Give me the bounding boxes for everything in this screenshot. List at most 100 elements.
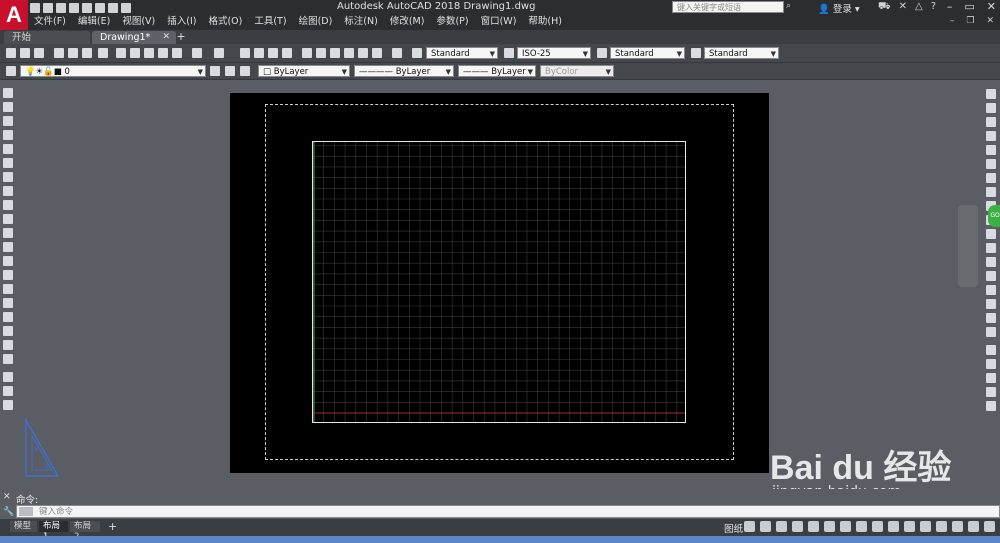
add-selected-icon[interactable] (3, 354, 13, 364)
snap-icon[interactable] (744, 521, 755, 532)
annotation-scale-icon[interactable] (888, 521, 899, 532)
table-style-select[interactable]: Standard ▼ (610, 47, 685, 59)
close-icon[interactable]: ✕ (987, 0, 996, 13)
layer-previous-icon[interactable] (225, 66, 235, 76)
multileader-style-icon[interactable] (691, 48, 701, 58)
tool-palettes-icon[interactable] (330, 48, 340, 58)
construction-line-icon[interactable] (3, 102, 13, 112)
tab-close-icon[interactable]: ✕ (162, 31, 170, 44)
doc-minimize-icon[interactable]: – (950, 16, 955, 26)
scale-icon[interactable] (986, 187, 996, 197)
help-toolbar-icon[interactable] (392, 48, 402, 58)
explode-icon[interactable] (986, 327, 996, 337)
osnap-icon[interactable] (792, 521, 803, 532)
array-icon[interactable] (986, 145, 996, 155)
save-as-icon[interactable] (69, 2, 79, 13)
multileader-style-select[interactable]: Standard ▼ (704, 47, 779, 59)
search-input[interactable]: 键入关键字或短语 (672, 1, 784, 13)
edit-icon[interactable] (3, 372, 13, 382)
line-icon[interactable] (3, 88, 13, 98)
tab-start[interactable]: 开始 (4, 31, 90, 44)
send-back-icon[interactable] (986, 373, 996, 383)
match-properties-icon[interactable] (158, 48, 168, 58)
menu-modify[interactable]: 修改(M) (384, 15, 431, 29)
menu-window[interactable]: 窗口(W) (475, 15, 523, 29)
new-tab-icon[interactable]: + (175, 31, 187, 43)
draworder-icon[interactable] (986, 345, 996, 355)
spline-icon[interactable] (3, 200, 13, 210)
arc-icon[interactable] (3, 158, 13, 168)
navigation-bar[interactable] (958, 205, 978, 287)
pan-icon[interactable] (240, 48, 250, 58)
point-icon[interactable] (3, 270, 13, 280)
fillet-icon[interactable] (986, 299, 996, 309)
polar-icon[interactable] (760, 521, 771, 532)
workspace-gear-icon[interactable] (904, 521, 915, 532)
doc-restore-icon[interactable]: ❐ (966, 16, 974, 26)
bring-above-icon[interactable] (986, 387, 996, 397)
add-layout-icon[interactable]: + (108, 520, 117, 533)
circle-icon[interactable] (3, 172, 13, 182)
paste-icon[interactable] (144, 48, 154, 58)
polyline-icon[interactable] (3, 116, 13, 126)
table-style-icon[interactable] (597, 48, 607, 58)
insert-block-icon[interactable] (3, 242, 13, 252)
break-icon[interactable] (986, 257, 996, 267)
erase-icon[interactable] (986, 89, 996, 99)
dim-style-select[interactable]: ISO-25 ▼ (517, 47, 591, 59)
help-icon[interactable]: ? (931, 1, 936, 14)
customize-qat-icon[interactable] (121, 2, 131, 13)
exchange-icon[interactable]: ✕ (899, 1, 907, 14)
check-icon[interactable] (3, 386, 13, 396)
redo-icon[interactable] (108, 2, 118, 13)
region-icon[interactable] (3, 312, 13, 322)
menu-edit[interactable]: 编辑(E) (72, 15, 116, 29)
linetype-select[interactable]: ———— ByLayer ▼ (354, 65, 454, 77)
cart-icon[interactable]: ⛟ (878, 1, 891, 14)
command-close-icon[interactable]: ✕ (3, 492, 11, 502)
dim-style-icon[interactable] (504, 48, 514, 58)
send-under-icon[interactable] (986, 401, 996, 411)
3d-print-icon[interactable] (98, 48, 108, 58)
text-style-select[interactable]: Standard ▼ (426, 47, 498, 59)
sheet-set-icon[interactable] (344, 48, 354, 58)
menu-insert[interactable]: 插入(I) (161, 15, 202, 29)
rotate-icon[interactable] (986, 173, 996, 183)
tab-layout1[interactable]: 布局1 (39, 521, 68, 542)
quickcalc-icon[interactable] (372, 48, 382, 58)
annotation-monitor-icon[interactable] (920, 521, 931, 532)
autocad-logo-icon[interactable]: A (0, 0, 28, 30)
attribute-icon[interactable] (3, 400, 13, 410)
lineweight-toggle-icon[interactable] (824, 521, 835, 532)
move-icon[interactable] (986, 159, 996, 169)
design-center-icon[interactable] (316, 48, 326, 58)
command-prompt-icon[interactable] (19, 507, 33, 516)
color-select[interactable]: □ ByLayer ▼ (258, 65, 350, 77)
layout-viewport[interactable] (312, 141, 686, 423)
quick-properties-icon[interactable] (952, 521, 963, 532)
ellipse-icon[interactable] (3, 214, 13, 224)
multiline-text-icon[interactable] (3, 340, 13, 350)
ellipse-arc-icon[interactable] (3, 228, 13, 238)
zoom-previous-icon[interactable] (282, 48, 292, 58)
menu-format[interactable]: 格式(O) (202, 15, 248, 29)
open-file-icon[interactable] (20, 48, 30, 58)
gradient-icon[interactable] (3, 298, 13, 308)
layer-select[interactable]: 💡☀🔓■ 0 ▼ (20, 65, 206, 77)
plot-icon[interactable] (82, 2, 92, 13)
3dosnap-icon[interactable] (872, 521, 883, 532)
menu-tools[interactable]: 工具(T) (248, 15, 292, 29)
cut-icon[interactable] (116, 48, 126, 58)
menu-file[interactable]: 文件(F) (28, 15, 72, 29)
a360-icon[interactable]: △ (915, 1, 923, 14)
hardware-acceleration-icon[interactable] (984, 521, 995, 532)
break-at-point-icon[interactable] (986, 243, 996, 253)
menu-parametric[interactable]: 参数(P) (430, 15, 474, 29)
lineweight-select[interactable]: ——— ByLayer ▼ (458, 65, 536, 77)
hatch-icon[interactable] (3, 284, 13, 294)
transparency-icon[interactable] (840, 521, 851, 532)
mirror-icon[interactable] (986, 117, 996, 127)
extend-icon[interactable] (986, 229, 996, 239)
units-icon[interactable] (936, 521, 947, 532)
doc-close-icon[interactable]: ✕ (986, 16, 994, 26)
